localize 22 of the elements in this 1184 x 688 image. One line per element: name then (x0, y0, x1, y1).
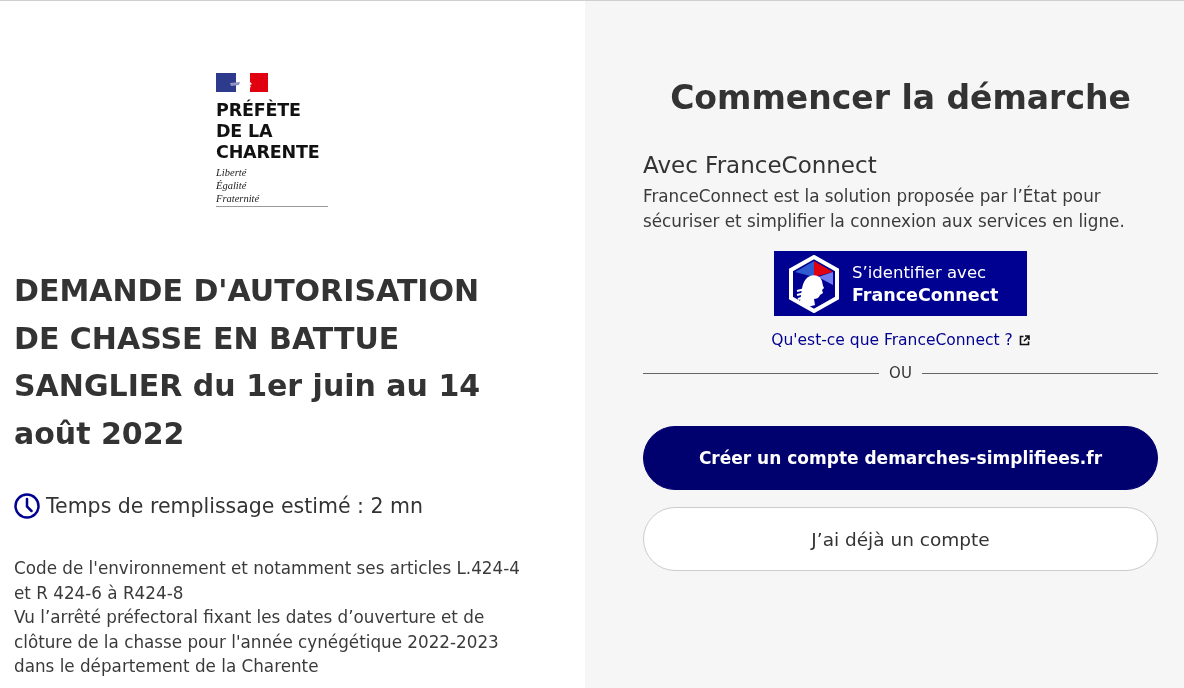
franceconnect-heading: Avec FranceConnect (643, 151, 878, 180)
profile-hexagon-icon (788, 254, 840, 313)
description-paragraph: Vu l’arrêté préfectoral fixant les dates d’ouverture et de clôture de la chasse pour l'année cynégétique 2022-2023 dans le département de la Charente (14, 606, 500, 678)
franceconnect-button[interactable]: S’identifier avec FranceConnect (774, 251, 1027, 316)
description-paragraph: Code de l'environnement et notamment ses articles L.424-4 et R 424-6 à R424-8 (14, 557, 521, 605)
external-link-icon (1018, 334, 1030, 346)
logo-text: DE LA (216, 121, 273, 142)
motto-text: Égalité (216, 179, 247, 192)
franceconnect-text: FranceConnect est la solution proposée par l’État pour sécuriser et simplifier la connexion aux services en ligne. (643, 184, 1126, 233)
franceconnect-link[interactable]: Qu'est-ce que FranceConnect ? (771, 328, 1030, 352)
login-button[interactable]: J’ai déjà un compte (643, 507, 1158, 571)
motto-text: Liberté (216, 166, 247, 179)
logo-text: PRÉFÈTE (216, 100, 301, 121)
separator-text: OU (889, 363, 912, 383)
estimated-time-text: Temps de remplissage estimé : 2 mn (46, 494, 424, 518)
clock-icon (14, 493, 40, 519)
motto-text: Fraternité (216, 192, 260, 205)
create-account-button[interactable]: Créer un compte demarches-simplifiees.fr (643, 426, 1158, 490)
flag-icon (216, 73, 268, 92)
procedure-title: DEMANDE D'AUTORISATION DE CHASSE EN BATTUE SANGLIER du 1er juin au 14 août 2022 (14, 272, 482, 453)
start-heading: Commencer la démarche (669, 77, 1132, 119)
logo-text: CHARENTE (216, 142, 320, 163)
